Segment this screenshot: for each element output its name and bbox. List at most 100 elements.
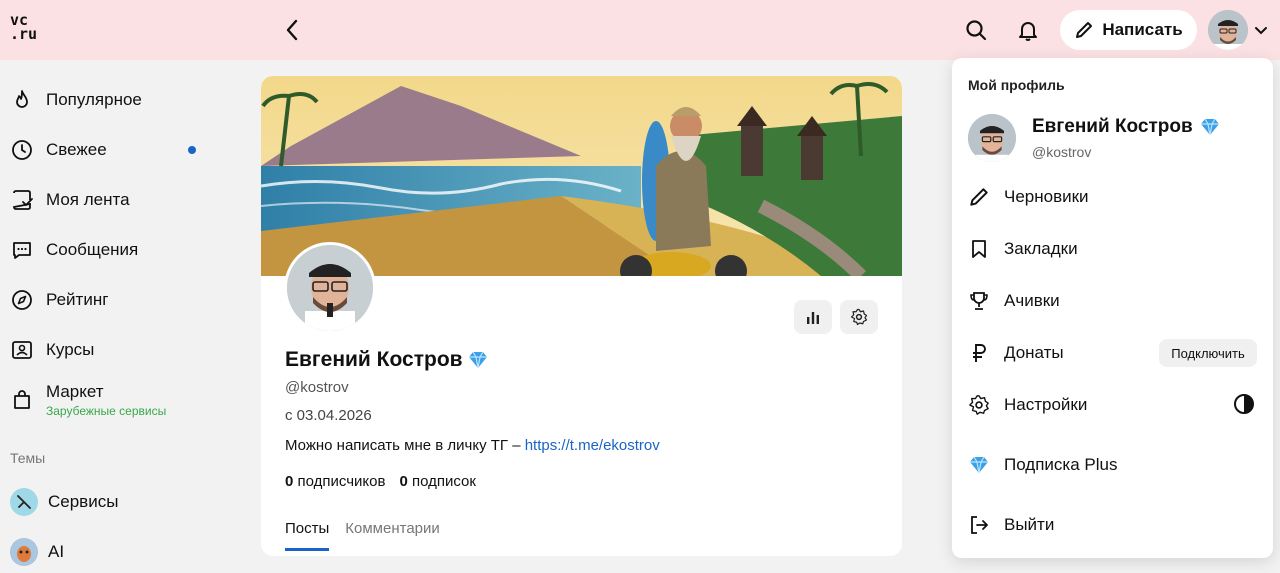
dropdown-title: Мой профиль xyxy=(968,77,1065,93)
back-button[interactable] xyxy=(278,16,306,44)
bookmark-icon xyxy=(972,240,986,258)
subscriptions-stat[interactable]: 0 подписок xyxy=(399,473,475,490)
bell-icon xyxy=(1019,22,1037,41)
sidebar-item-popular[interactable]: Популярное xyxy=(10,80,210,120)
search-icon xyxy=(966,20,987,41)
logout-icon xyxy=(971,516,988,534)
sidebar-item-rating[interactable]: Рейтинг xyxy=(10,280,210,320)
gear-icon xyxy=(969,395,989,415)
sidebar-item-label: Маркет xyxy=(46,382,104,401)
profile-cover-image xyxy=(261,76,902,276)
diamond-icon xyxy=(468,351,487,369)
subscriptions-label: подписок xyxy=(412,473,476,490)
menu-item-label: Ачивки xyxy=(1004,291,1060,310)
clock-icon xyxy=(12,140,32,160)
sidebar-item-label: Популярное xyxy=(46,90,142,109)
menu-item-achievements[interactable]: Ачивки xyxy=(968,281,1258,321)
sidebar-item-courses[interactable]: Курсы xyxy=(10,330,210,370)
diamond-icon xyxy=(1200,118,1219,136)
theme-label: Сервисы xyxy=(48,492,119,511)
menu-item-label: Настройки xyxy=(1004,395,1088,414)
sidebar-item-label: Рейтинг xyxy=(46,290,109,309)
write-button-label: Написать xyxy=(1102,20,1183,39)
chevron-left-icon xyxy=(286,19,298,41)
profile-since-date: с 03.04.2026 xyxy=(285,407,372,424)
profile-name: Евгений Костров xyxy=(285,348,489,372)
menu-item-logout[interactable]: Выйти xyxy=(968,505,1258,545)
profile-name-text: Евгений Костров xyxy=(285,348,463,371)
sidebar-item-label: Курсы xyxy=(46,340,95,359)
dropdown-name[interactable]: Евгений Костров xyxy=(1032,116,1221,138)
sidebar-item-my-feed[interactable]: Моя лента xyxy=(10,180,210,220)
sidebar-item-label: Моя лента xyxy=(46,190,130,209)
profile-card: Евгений Костров @kostrov с 03.04.2026 Мо… xyxy=(261,76,902,556)
dropdown-handle: @kostrov xyxy=(1032,144,1092,160)
menu-item-plus-subscription[interactable]: Подписка Plus xyxy=(968,445,1258,485)
stats-button[interactable] xyxy=(794,300,832,334)
profile-avatar[interactable] xyxy=(284,242,376,334)
chat-icon xyxy=(13,242,31,259)
unread-dot xyxy=(188,146,196,154)
notifications-button[interactable] xyxy=(1014,16,1042,44)
sidebar-item-market[interactable]: Маркет Зарубежные сервисы xyxy=(10,378,210,426)
market-subtitle: Зарубежные сервисы xyxy=(46,404,167,418)
dropdown-name-text: Евгений Костров xyxy=(1032,116,1193,137)
profile-bio: Можно написать мне в личку ТГ – https://… xyxy=(285,437,660,454)
profile-handle: @kostrov xyxy=(285,379,349,396)
profile-menu-toggle[interactable] xyxy=(1254,24,1268,36)
sidebar-item-label: Сообщения xyxy=(46,240,139,259)
dropdown-avatar[interactable] xyxy=(968,114,1016,162)
profile-bio-link[interactable]: https://t.me/ekostrov xyxy=(525,437,660,454)
services-theme-icon xyxy=(10,488,38,516)
subscribers-stat[interactable]: 0 подписчиков xyxy=(285,473,385,490)
sidebar-item-label: Свежее xyxy=(46,140,107,159)
theme-toggle[interactable] xyxy=(1233,393,1255,415)
menu-item-label: Черновики xyxy=(1004,187,1089,206)
profile-settings-button[interactable] xyxy=(840,300,878,334)
theme-label: AI xyxy=(48,542,65,561)
tab-posts[interactable]: Посты xyxy=(285,520,330,551)
trophy-icon xyxy=(970,292,988,310)
profile-stats: 0 подписчиков 0 подписок xyxy=(285,473,476,490)
profile-tabs: Посты Комментарии xyxy=(285,520,440,551)
top-header: vc .ru Написать xyxy=(0,0,1280,60)
chevron-down-icon xyxy=(1255,27,1267,35)
ai-theme-icon xyxy=(10,538,38,566)
diamond-icon xyxy=(970,456,988,474)
user-avatar[interactable] xyxy=(1208,10,1248,50)
menu-item-label: Закладки xyxy=(1004,239,1078,258)
profile-dropdown-menu: Мой профиль Евгений Костров @kostrov Чер… xyxy=(952,58,1273,558)
pencil-icon xyxy=(970,188,988,206)
flame-icon xyxy=(16,90,28,108)
menu-item-label: Выйти xyxy=(1004,515,1055,534)
profile-bio-text: Можно написать мне в личку ТГ – xyxy=(285,437,525,454)
menu-item-settings[interactable]: Настройки xyxy=(968,385,1258,425)
bar-chart-icon xyxy=(807,312,819,324)
logo-line-2: .ru xyxy=(10,25,38,43)
vc-logo[interactable]: vc .ru xyxy=(10,13,42,43)
menu-item-drafts[interactable]: Черновики xyxy=(968,177,1258,217)
tab-comments[interactable]: Комментарии xyxy=(345,520,439,551)
left-sidebar: Популярное Свежее Моя лента Сообщения Ре… xyxy=(0,60,240,573)
menu-item-label: Донаты xyxy=(1004,343,1064,362)
subscribers-label: подписчиков xyxy=(297,473,386,490)
ruble-icon xyxy=(973,344,986,362)
pencil-icon xyxy=(1076,22,1093,38)
donations-connect-button[interactable]: Подключить xyxy=(1159,339,1257,367)
bag-icon xyxy=(14,390,30,409)
menu-item-bookmarks[interactable]: Закладки xyxy=(968,229,1258,269)
themes-heading: Темы xyxy=(10,450,46,466)
write-button[interactable]: Написать xyxy=(1060,10,1197,50)
feed-icon xyxy=(13,190,33,210)
theme-item-ai[interactable]: AI xyxy=(10,536,64,568)
theme-item-services[interactable]: Сервисы xyxy=(10,486,118,518)
sidebar-item-messages[interactable]: Сообщения xyxy=(10,230,210,270)
gear-icon xyxy=(850,308,868,326)
compass-icon xyxy=(12,290,32,310)
courses-icon xyxy=(12,341,32,359)
subscriptions-count: 0 xyxy=(399,473,408,490)
sidebar-item-fresh[interactable]: Свежее xyxy=(10,130,210,170)
contrast-icon xyxy=(1234,394,1254,414)
menu-item-label: Подписка Plus xyxy=(1004,455,1118,474)
search-button[interactable] xyxy=(962,16,990,44)
